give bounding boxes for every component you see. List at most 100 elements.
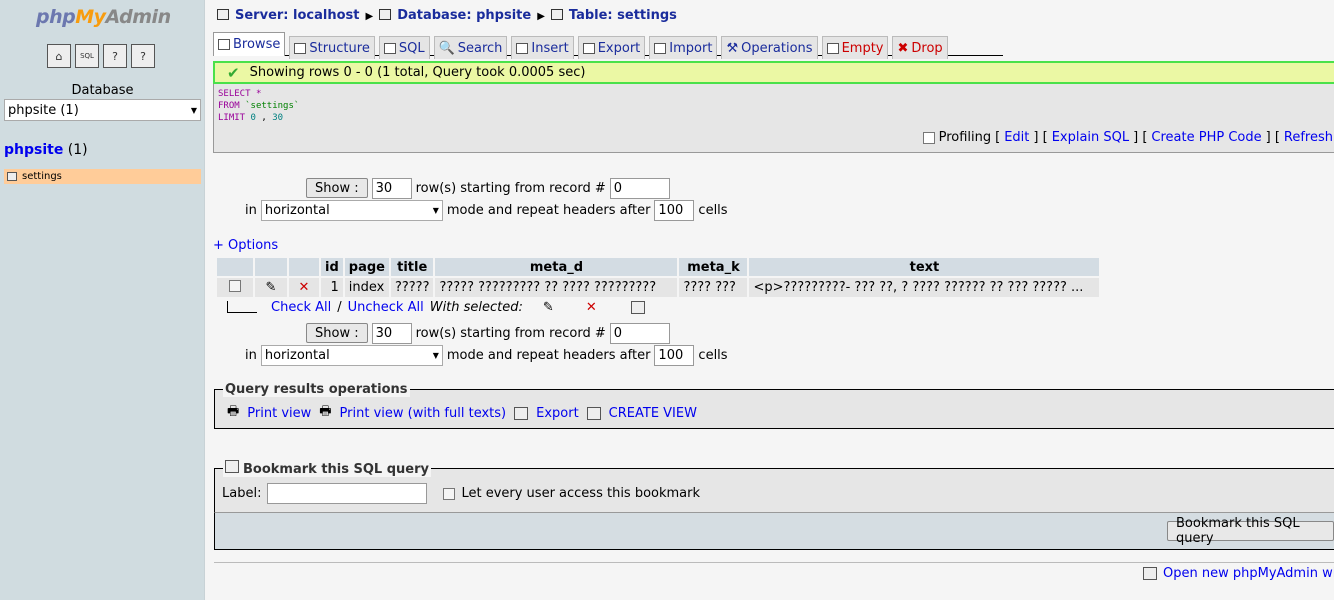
- new-window-link-row: Open new phpMyAdmin window: [1143, 566, 1334, 581]
- check-icon: ✔: [227, 63, 240, 82]
- cell-text: <p>?????????- ??? ??, ? ???? ?????? ?? ?…: [749, 278, 1100, 297]
- drop-icon: ✖: [897, 40, 909, 56]
- breadcrumb-database[interactable]: Database: phpsite: [397, 8, 531, 23]
- quick-icons: ⌂ SQL ? ?: [47, 44, 155, 68]
- profiling-checkbox[interactable]: [922, 131, 935, 144]
- tab-drop[interactable]: ✖ Drop: [892, 36, 948, 59]
- refresh-link[interactable]: Refresh: [1284, 130, 1333, 145]
- bookmark-query-button[interactable]: Bookmark this SQL query: [1167, 516, 1334, 546]
- table-row: ✎ ✕ 1 index ????? ????? ????????? ?? ???…: [217, 278, 1100, 297]
- tab-search[interactable]: 🔍 Search: [433, 36, 508, 59]
- repeat-headers-input[interactable]: 100: [654, 344, 695, 366]
- rows-input[interactable]: 30: [371, 322, 412, 344]
- column-header-meta-k[interactable]: meta_k: [679, 258, 748, 276]
- cell-meta-k: ???? ???: [679, 278, 748, 297]
- tab-browse[interactable]: Browse: [213, 32, 286, 56]
- create-view-link[interactable]: CREATE VIEW: [609, 406, 697, 421]
- export-icon: [582, 42, 595, 54]
- cell-page: index: [344, 278, 389, 297]
- every-user-checkbox[interactable]: [443, 487, 456, 500]
- query-results-operations: Query results operations 🖶 Print view 🖶 Pr…: [214, 382, 1334, 429]
- breadcrumb: Server: localhost ▶ Database: phpsite ▶ Tabl…: [217, 8, 677, 23]
- tab-structure[interactable]: Structure: [289, 36, 375, 59]
- import-icon: [654, 42, 667, 54]
- start-record-input[interactable]: 0: [609, 322, 670, 344]
- main-frame: Server: localhost ▶ Database: phpsite ▶ Tabl…: [205, 0, 1334, 600]
- column-header-id[interactable]: id: [321, 258, 343, 276]
- tab-export[interactable]: Export: [577, 36, 646, 59]
- insert-icon: [516, 42, 529, 54]
- column-header-text[interactable]: text: [749, 258, 1100, 276]
- database-heading[interactable]: phpsite (1): [4, 142, 88, 158]
- cell-title: ?????: [390, 278, 434, 297]
- rows-input[interactable]: 30: [371, 177, 412, 199]
- sql-query-box: SELECT * FROM `settings` LIMIT 0 , 30 Pr…: [213, 84, 1334, 153]
- print-full-link[interactable]: Print view (with full texts): [340, 406, 507, 421]
- tab-sql[interactable]: SQL: [378, 36, 430, 59]
- database-select[interactable]: phpsite (1) ▼: [4, 99, 201, 121]
- export-link[interactable]: Export: [536, 406, 579, 421]
- column-header-page[interactable]: page: [344, 258, 389, 276]
- options-link[interactable]: + Options: [213, 238, 278, 253]
- export-icon[interactable]: [630, 301, 645, 314]
- home-icon[interactable]: ⌂: [47, 44, 71, 68]
- database-label: Database: [71, 83, 134, 98]
- navigation-frame: phpMyAdmin ⌂ SQL ? ? Database phpsite (1…: [0, 0, 205, 600]
- table-header-row: id page title meta_d meta_k text: [217, 258, 1100, 276]
- docs-icon[interactable]: ?: [131, 44, 155, 68]
- table-icon: [550, 9, 563, 20]
- uncheck-all-link[interactable]: Uncheck All: [348, 300, 424, 315]
- column-header-meta-d[interactable]: meta_d: [435, 258, 678, 276]
- start-record-input[interactable]: 0: [609, 177, 670, 199]
- breadcrumb-table[interactable]: Table: settings: [569, 8, 677, 23]
- cell-meta-d: ????? ????????? ?? ???? ?????????: [435, 278, 678, 297]
- tab-insert[interactable]: Insert: [511, 36, 574, 59]
- tab-operations[interactable]: ⚒ Operations: [721, 36, 818, 59]
- sidebar-item-settings[interactable]: settings: [4, 169, 201, 184]
- print-icon: 🖶: [227, 404, 240, 419]
- chevron-down-icon: ▼: [432, 350, 439, 360]
- check-all-link[interactable]: Check All: [271, 300, 331, 315]
- browse-icon: [218, 39, 230, 50]
- column-header-title[interactable]: title: [390, 258, 434, 276]
- phpmyadmin-logo[interactable]: phpMyAdmin: [36, 6, 171, 28]
- divider: [214, 562, 1334, 563]
- sql-window-icon[interactable]: SQL: [75, 44, 99, 68]
- open-new-window-link[interactable]: Open new phpMyAdmin window: [1163, 566, 1334, 581]
- print-view-link[interactable]: Print view: [247, 406, 311, 421]
- pencil-icon[interactable]: ✎: [543, 300, 554, 315]
- query-operations-legend: Query results operations: [223, 382, 410, 397]
- delete-icon[interactable]: ✕: [289, 278, 319, 297]
- explain-sql-link[interactable]: Explain SQL: [1052, 130, 1129, 145]
- tab-empty[interactable]: Empty: [821, 36, 889, 59]
- results-table: id page title meta_d meta_k text ✎ ✕ 1 i…: [215, 256, 1101, 299]
- export-icon: [514, 406, 529, 420]
- display-mode-select[interactable]: horizontal ▼: [260, 344, 443, 366]
- pencil-icon[interactable]: ✎: [255, 278, 287, 297]
- row-checkbox[interactable]: [229, 279, 241, 292]
- repeat-headers-input[interactable]: 100: [654, 199, 695, 221]
- delete-icon[interactable]: ✕: [586, 300, 597, 315]
- window-new-icon: [1143, 567, 1157, 580]
- operations-icon: ⚒: [726, 40, 739, 56]
- sql-code: SELECT * FROM `settings` LIMIT 0 , 30: [218, 89, 300, 123]
- tab-bar: Browse Structure SQL 🔍 Search Insert Expo…: [213, 32, 1003, 59]
- tab-import[interactable]: Import: [649, 36, 718, 59]
- navigation-form-bottom: Show : 30 row(s) starting from record # …: [245, 322, 728, 366]
- edit-link[interactable]: Edit: [1004, 130, 1029, 145]
- success-message: ✔ Showing rows 0 - 0 (1 total, Query took…: [213, 61, 1334, 84]
- database-icon: [379, 9, 392, 20]
- help-icon[interactable]: ?: [103, 44, 127, 68]
- server-icon: [217, 9, 229, 20]
- breadcrumb-server[interactable]: Server: localhost: [235, 8, 359, 23]
- display-mode-select[interactable]: horizontal ▼: [260, 199, 443, 221]
- print-icon: 🖶: [319, 404, 332, 419]
- create-php-code-link[interactable]: Create PHP Code: [1151, 130, 1261, 145]
- sql-tools: Profiling [Edit] [ Explain SQL] [ Create…: [922, 130, 1333, 145]
- navigation-form-top: Show : 30 row(s) starting from record # …: [245, 177, 728, 221]
- bookmark-label-input[interactable]: [267, 483, 428, 504]
- show-button[interactable]: Show :: [306, 323, 368, 343]
- show-button[interactable]: Show :: [306, 178, 368, 198]
- bookmark-icon: [225, 460, 239, 473]
- bookmark-form: Bookmark this SQL query Label: Let every…: [214, 460, 1334, 513]
